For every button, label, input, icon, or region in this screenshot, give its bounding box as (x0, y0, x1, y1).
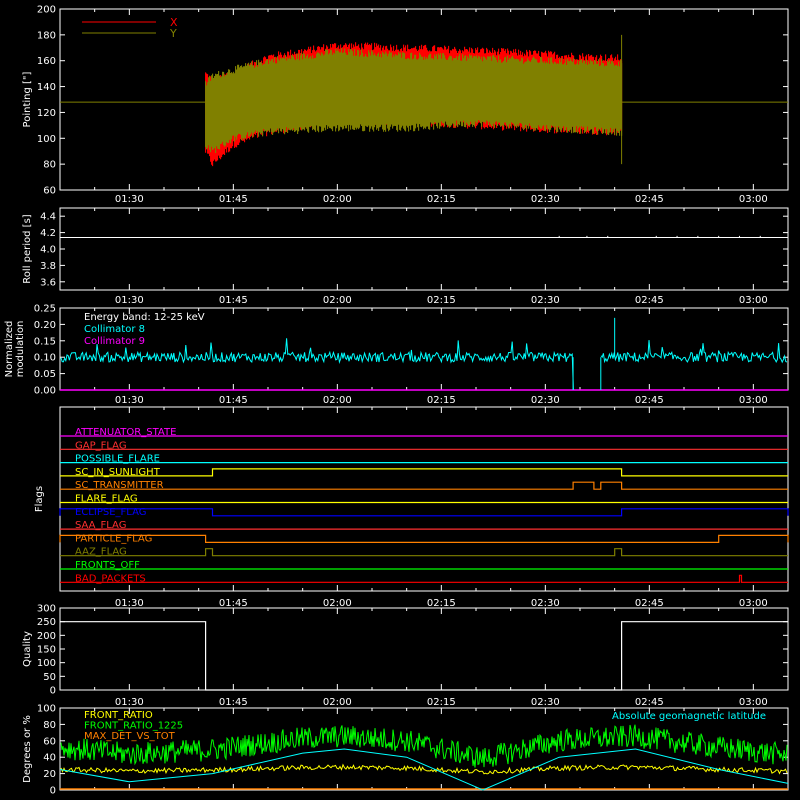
x-tick-label: 02:15 (427, 598, 456, 609)
y-tick-label: 80 (43, 160, 56, 171)
y-tick-label: 100 (37, 704, 56, 715)
legend-label: MAX_DET_VS_TOT (84, 731, 176, 742)
flag-label: SC_IN_SUNLIGHT (75, 467, 161, 478)
x-tick-label: 02:30 (531, 697, 560, 708)
y-tick-label: 0.00 (34, 386, 56, 397)
rhessi-summary-chart: 01:30 01:45 02:00 02:15 02:30 02:45 03:00 60 80 1… (0, 0, 800, 800)
y-axis-label: Pointing ["] (22, 71, 33, 127)
flag-label: SC_TRANSMITTER (75, 480, 164, 491)
y-axis-label: Degrees or % (22, 715, 33, 783)
y-tick-label: 120 (37, 108, 56, 119)
y-tick-label: 0.15 (34, 336, 56, 347)
y-tick-label: 140 (37, 82, 56, 93)
flag-label: SAA_FLAG (75, 520, 126, 531)
x-tick-label: 02:15 (427, 395, 456, 406)
y-axis-label: Roll period [s] (22, 214, 33, 283)
x-tick-label: 01:45 (219, 395, 248, 406)
x-tick-label: 02:15 (427, 295, 456, 306)
y-tick-label: 60 (43, 186, 56, 197)
y-tick-label: 150 (37, 645, 56, 656)
y-tick-label: 180 (37, 30, 56, 41)
x-tick-label: 03:00 (739, 194, 768, 205)
flag-label: ECLIPSE_FLAG (75, 507, 146, 518)
x-tick-label: 02:45 (635, 395, 664, 406)
legend-label: FRONT_RATIO (84, 710, 153, 721)
legend-label: Collimator 9 (84, 336, 145, 347)
flag-label: ATTENUATOR_STATE (75, 427, 176, 438)
x-tick-label: 02:00 (323, 194, 352, 205)
x-tick-label: 01:30 (115, 395, 144, 406)
y-tick-label: 3.6 (40, 277, 56, 288)
x-tick-label: 02:45 (635, 598, 664, 609)
flag-label: AAZ_FLAG (75, 547, 127, 558)
flag-label: POSSIBLE_FLARE (75, 454, 160, 465)
x-tick-label: 02:30 (531, 395, 560, 406)
y-tick-label: 0 (50, 786, 56, 797)
legend-label: Absolute geomagnetic latitude (612, 711, 766, 722)
flag-label: BAD_PACKETS (75, 573, 146, 584)
x-tick-label: 03:00 (739, 697, 768, 708)
y-tick-label: 0.25 (34, 304, 56, 315)
y-tick-label: 100 (37, 134, 56, 145)
x-tick-label: 01:30 (115, 697, 144, 708)
x-tick-label: 01:30 (115, 598, 144, 609)
x-tick-label: 02:45 (635, 194, 664, 205)
y-tick-label: 0.05 (34, 369, 56, 380)
x-tick-label: 02:00 (323, 697, 352, 708)
legend-label: Collimator 8 (84, 324, 145, 335)
y-tick-label: 60 (43, 736, 56, 747)
x-tick-label: 02:00 (323, 395, 352, 406)
legend-label: FRONT_RATIO_1225 (84, 721, 183, 732)
x-tick-label: 02:00 (323, 295, 352, 306)
x-tick-label: 01:30 (115, 295, 144, 306)
y-tick-label: 300 (37, 604, 56, 615)
y-tick-label: 0 (50, 686, 56, 697)
y-tick-label: 80 (43, 720, 56, 731)
x-tick-label: 01:45 (219, 295, 248, 306)
x-tick-label: 03:00 (739, 395, 768, 406)
x-tick-label: 02:30 (531, 194, 560, 205)
y-tick-label: 0.10 (34, 353, 56, 364)
y-axis-label: Normalized (4, 321, 15, 378)
y-tick-label: 100 (37, 658, 56, 669)
y-tick-label: 20 (43, 769, 56, 780)
y-tick-label: 3.8 (40, 261, 56, 272)
y-tick-label: 160 (37, 56, 56, 67)
x-tick-label: 02:45 (635, 295, 664, 306)
y-tick-label: 200 (37, 5, 56, 16)
y-axis-label: modulation (15, 321, 26, 378)
flag-label: GAP_FLAG (75, 440, 127, 451)
y-tick-label: 0.20 (34, 320, 56, 331)
x-tick-label: 01:30 (115, 194, 144, 205)
flag-label: FLARE_FLAG (75, 494, 138, 505)
x-tick-label: 01:45 (219, 697, 248, 708)
y-tick-label: 40 (43, 753, 56, 764)
y-tick-label: 4.2 (40, 228, 56, 239)
x-tick-label: 02:45 (635, 697, 664, 708)
y-tick-label: 250 (37, 617, 56, 628)
x-tick-label: 02:30 (531, 295, 560, 306)
flag-label: FRONTS_OFF (75, 560, 140, 571)
y-axis-label: Quality (22, 631, 33, 667)
x-tick-label: 01:45 (219, 598, 248, 609)
modulation-annotation: Energy band: 12-25 keV (84, 312, 205, 323)
x-tick-label: 02:00 (323, 598, 352, 609)
x-tick-label: 03:00 (739, 295, 768, 306)
y-tick-label: 50 (43, 672, 56, 683)
flag-label: PARTICLE_FLAG (75, 533, 152, 544)
y-axis-label: Flags (34, 486, 45, 512)
x-tick-label: 01:45 (219, 194, 248, 205)
legend-label: Y (169, 27, 177, 40)
x-tick-label: 02:30 (531, 598, 560, 609)
x-tick-label: 02:15 (427, 697, 456, 708)
x-tick-label: 02:15 (427, 194, 456, 205)
x-tick-label: 03:00 (739, 598, 768, 609)
y-tick-label: 4.0 (40, 245, 56, 256)
y-tick-label: 200 (37, 631, 56, 642)
y-tick-label: 4.4 (40, 212, 56, 223)
